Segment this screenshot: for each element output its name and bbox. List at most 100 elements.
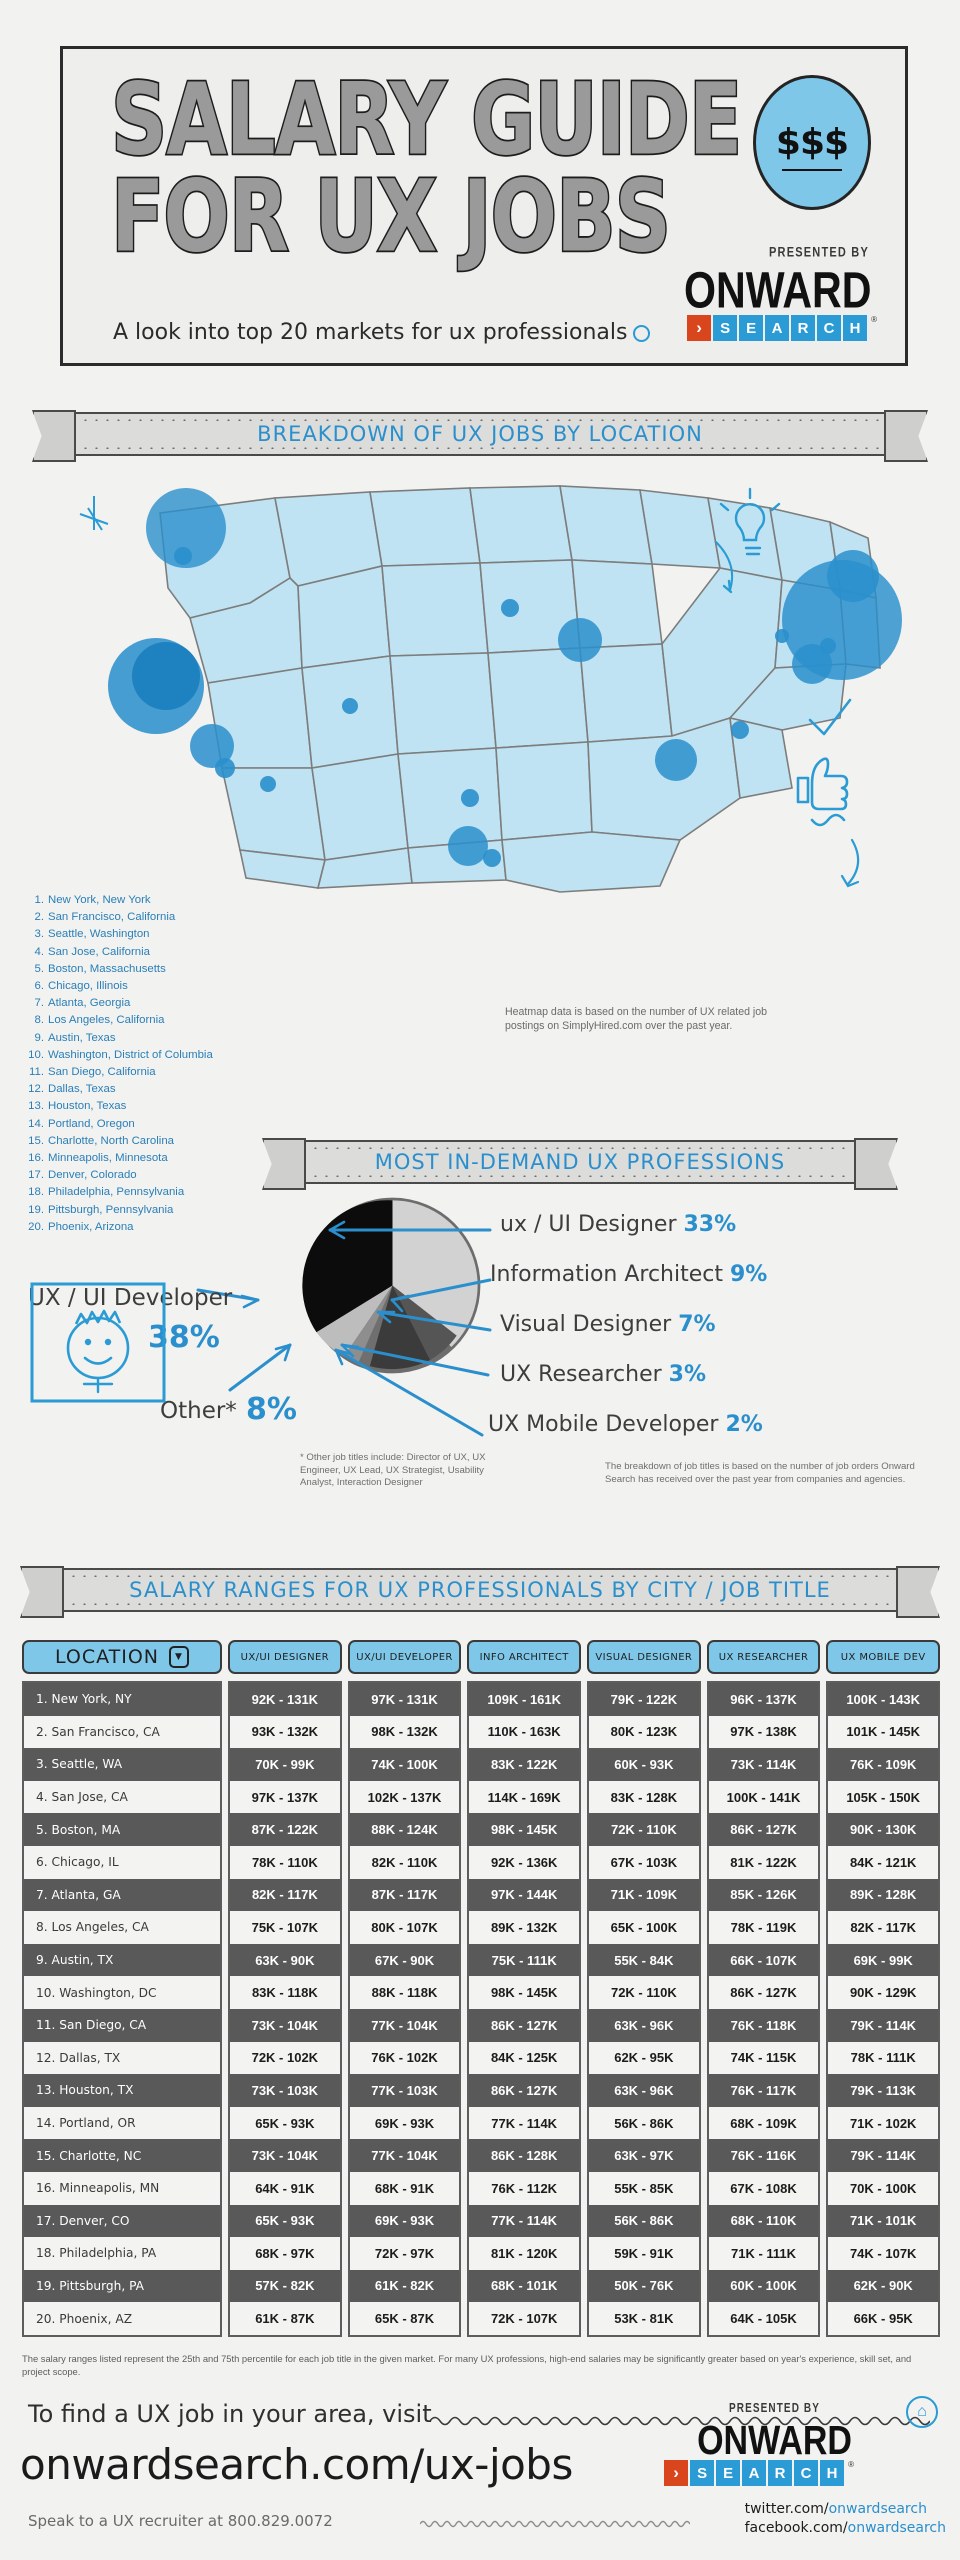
label-text: ux / UI Designer xyxy=(500,1212,677,1237)
list-item: 4. San Jose, California xyxy=(22,944,272,961)
table-cell: 72K - 97K xyxy=(349,2237,460,2270)
page-subtitle: A look into top 20 markets for ux profes… xyxy=(113,320,651,345)
banner-label: BREAKDOWN OF UX JOBS BY LOCATION xyxy=(257,422,703,446)
infographic-page: SALARY GUIDE FOR UX JOBS $$$ PRESENTED B… xyxy=(0,0,960,2560)
table-cell: 101K - 145K xyxy=(828,1715,939,1749)
table-cell: 67K - 108K xyxy=(708,2171,819,2205)
facebook-prefix: facebook.com/ xyxy=(744,2520,848,2536)
facebook-link[interactable]: facebook.com/onwardsearch xyxy=(745,2519,946,2538)
city-name: Houston, Texas xyxy=(48,1100,127,1113)
table-cell: 89K - 132K xyxy=(469,1911,580,1944)
city-rank: 9. xyxy=(34,1031,45,1044)
column-header-ux-ui-designer[interactable]: UX/UI DESIGNER xyxy=(228,1640,342,1674)
table-row-location: 9. Austin, TX xyxy=(24,1943,220,1977)
list-item: 7. Atlanta, Georgia xyxy=(22,995,272,1012)
city-rank: 11. xyxy=(29,1066,44,1079)
banner-label: MOST IN-DEMAND UX PROFESSIONS xyxy=(374,1150,786,1174)
table-cell: 77K - 103K xyxy=(349,2074,460,2107)
table-cell: 65K - 100K xyxy=(589,1911,699,1944)
brand-letter: E xyxy=(739,315,764,341)
onward-wordmark: ONWARD xyxy=(683,261,872,319)
table-cell: 77K - 114K xyxy=(469,2106,580,2140)
ribbon-tail-right xyxy=(884,410,928,462)
label-text: Other* xyxy=(160,1398,237,1424)
footer-search-wordmark: › S E A R C H ® xyxy=(664,2460,854,2486)
footer-url[interactable]: onwardsearch.com/ux-jobs xyxy=(20,2440,573,2489)
table-row-location: 2. San Francisco, CA xyxy=(24,1715,220,1749)
column-header-ux-ui-developer[interactable]: UX/UI DEVELOPER xyxy=(347,1640,462,1674)
bubble-denver xyxy=(342,698,358,714)
chevron-down-icon[interactable]: ▼ xyxy=(169,1646,190,1668)
table-cell: 80K - 107K xyxy=(349,1911,460,1944)
table-cell: 78K - 110K xyxy=(230,1845,340,1879)
table-cell: 76K - 118K xyxy=(708,2008,819,2042)
map-pin-doodle xyxy=(79,496,109,531)
table-cell: 110K - 163K xyxy=(469,1715,580,1749)
pie-source-note: The breakdown of job titles is based on … xyxy=(605,1461,915,1485)
city-rank: 20. xyxy=(28,1220,44,1233)
city-name: Atlanta, Georgia xyxy=(48,997,131,1010)
table-cell: 65K - 93K xyxy=(230,2204,340,2238)
table-header-row: LOCATION ▼ UX/UI DESIGNER UX/UI DEVELOPE… xyxy=(22,1640,941,1674)
table-cell: 98K - 145K xyxy=(469,1813,580,1846)
city-rank: 14. xyxy=(28,1117,44,1130)
table-cell: 82K - 117K xyxy=(828,1911,939,1944)
table-row-location: 19. Pittsburgh, PA xyxy=(24,2269,220,2303)
bubble-boston xyxy=(827,550,879,602)
table-cell: 69K - 93K xyxy=(349,2106,460,2140)
column-header-info-architect[interactable]: INFO ARCHITECT xyxy=(467,1640,582,1674)
salary-table-note: The salary ranges listed represent the 2… xyxy=(22,2353,912,2377)
map-svg xyxy=(79,485,902,893)
table-cell: 63K - 90K xyxy=(230,1943,340,1977)
table-cell: 84K - 121K xyxy=(828,1845,939,1879)
table-cell: 109K - 161K xyxy=(469,1683,580,1716)
table-cell: 79K - 114K xyxy=(828,2008,939,2042)
city-rank: 17. xyxy=(28,1169,44,1182)
ribbon-dotted-line xyxy=(310,1175,850,1177)
table-cell: 71K - 101K xyxy=(828,2204,939,2238)
brand-letter: S xyxy=(713,315,738,341)
bubble-san-jose xyxy=(132,642,200,710)
table-cell: 97K - 131K xyxy=(349,1683,460,1716)
table-cell: 87K - 122K xyxy=(230,1813,340,1846)
table-cell: 72K - 102K xyxy=(230,2041,340,2075)
table-cell: 82K - 117K xyxy=(230,1878,340,1912)
table-cell: 90K - 130K xyxy=(828,1813,939,1846)
table-row-location: 7. Atlanta, GA xyxy=(24,1878,220,1912)
table-cell: 72K - 110K xyxy=(589,1976,699,2009)
table-cell: 76K - 109K xyxy=(828,1748,939,1781)
social-links: twitter.com/onwardsearch facebook.com/on… xyxy=(745,2500,946,2538)
table-column-ux-ui-designer: 92K - 131K 93K - 132K 70K - 99K 97K - 137K 8… xyxy=(228,1681,342,2337)
banner-label: SALARY RANGES FOR UX PROFESSIONALS BY CI… xyxy=(129,1578,831,1602)
column-header-ux-researcher[interactable]: UX RESEARCHER xyxy=(706,1640,821,1674)
table-cell: 69K - 93K xyxy=(349,2204,460,2238)
table-cell: 74K - 107K xyxy=(828,2237,939,2270)
table-cell: 61K - 87K xyxy=(230,2302,340,2335)
pie-label-information-architect: Information Architect 9% xyxy=(490,1262,767,1287)
brand-letter: H xyxy=(820,2460,845,2486)
table-row-location: 13. Houston, TX xyxy=(24,2074,220,2107)
home-icon[interactable]: ⌂ xyxy=(906,2396,938,2428)
registered-mark: ® xyxy=(871,315,877,324)
table-cell: 79K - 114K xyxy=(828,2139,939,2172)
twitter-link[interactable]: twitter.com/onwardsearch xyxy=(745,2500,946,2519)
city-name: Portland, Oregon xyxy=(48,1117,135,1130)
bubble-dallas xyxy=(461,789,479,807)
pie-pct-other: 8% xyxy=(246,1392,297,1427)
column-header-visual-designer[interactable]: VISUAL DESIGNER xyxy=(587,1640,701,1674)
brand-letter: R xyxy=(791,315,816,341)
table-cell: 67K - 103K xyxy=(589,1845,699,1879)
header-panel: SALARY GUIDE FOR UX JOBS $$$ PRESENTED B… xyxy=(60,46,908,366)
table-row-location: 18. Philadelphia, PA xyxy=(24,2237,220,2270)
table-row-location: 6. Chicago, IL xyxy=(24,1845,220,1879)
table-column-info-architect: 109K - 161K 110K - 163K 83K - 122K 114K - 1… xyxy=(467,1681,582,2337)
table-cell: 71K - 111K xyxy=(708,2237,819,2270)
list-item: 10. Washington, District of Columbia xyxy=(22,1047,272,1064)
column-header-ux-mobile-dev[interactable]: UX MOBILE DEV xyxy=(826,1640,941,1674)
table-cell: 75K - 111K xyxy=(469,1943,580,1977)
squiggle-divider-2 xyxy=(420,2520,690,2528)
column-header-location[interactable]: LOCATION ▼ xyxy=(22,1640,222,1674)
table-cell: 79K - 122K xyxy=(589,1683,699,1716)
city-name: Chicago, Illinois xyxy=(48,980,128,993)
coin-underline xyxy=(782,169,842,171)
